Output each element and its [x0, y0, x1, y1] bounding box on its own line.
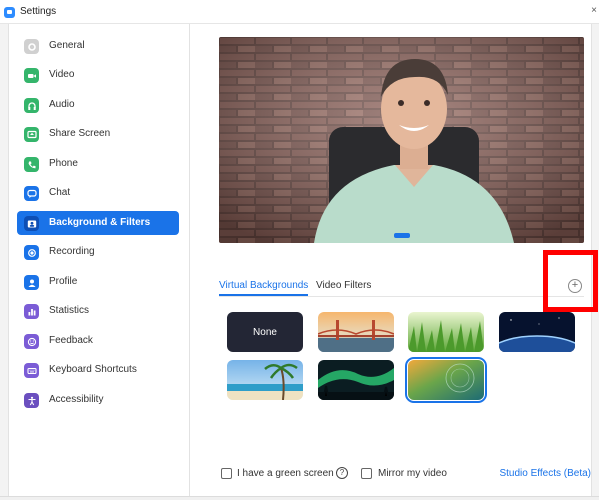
- background-option-none[interactable]: None: [227, 312, 303, 352]
- sidebar-item-chat[interactable]: Chat: [17, 181, 179, 205]
- sidebar-item-recording[interactable]: Recording: [17, 240, 179, 264]
- sidebar-item-label: Chat: [49, 187, 71, 198]
- sidebar-item-keyboard-shortcuts[interactable]: Keyboard Shortcuts: [17, 358, 179, 382]
- window-frame-bottom: [0, 496, 599, 500]
- sidebar-item-label: Statistics: [49, 305, 90, 316]
- background-option-beach[interactable]: [227, 360, 303, 400]
- zoom-app-icon: [4, 7, 15, 18]
- studio-effects-link[interactable]: Studio Effects (Beta): [499, 468, 591, 479]
- sidebar-item-profile[interactable]: Profile: [17, 270, 179, 294]
- chat-bubble-icon: [24, 186, 39, 201]
- share-screen-icon: [24, 127, 39, 142]
- sidebar-item-phone[interactable]: Phone: [17, 152, 179, 176]
- tab-video-filters[interactable]: Video Filters: [316, 280, 371, 296]
- background-person-icon: [24, 216, 39, 231]
- sidebar-item-label: Feedback: [49, 335, 93, 346]
- sidebar-item-statistics[interactable]: Statistics: [17, 299, 179, 323]
- video-camera-icon: [24, 68, 39, 83]
- headphones-icon: [24, 98, 39, 113]
- background-none-label: None: [253, 326, 277, 338]
- sidebar-item-label: Audio: [49, 99, 75, 110]
- window-frame-left: [0, 24, 9, 500]
- add-background-button[interactable]: +: [568, 279, 582, 293]
- smiley-icon: [24, 334, 39, 349]
- sidebar-item-label: Keyboard Shortcuts: [49, 364, 137, 375]
- camera-preview-image: [219, 37, 584, 243]
- mirror-video-checkbox[interactable]: [361, 468, 372, 479]
- record-icon: [24, 245, 39, 260]
- sidebar-item-label: Video: [49, 69, 75, 80]
- bar-chart-icon: [24, 304, 39, 319]
- tab-virtual-backgrounds[interactable]: Virtual Backgrounds: [219, 280, 309, 296]
- gear-icon: [24, 39, 39, 54]
- camera-preview: [219, 37, 584, 243]
- background-option-golden-gate[interactable]: [318, 312, 394, 352]
- settings-sidebar: General Video Audio Share Screen Phone C…: [9, 24, 190, 496]
- keyboard-icon: [24, 363, 39, 378]
- window-titlebar: Settings ×: [0, 0, 599, 24]
- sidebar-item-audio[interactable]: Audio: [17, 93, 179, 117]
- background-option-grass[interactable]: [408, 312, 484, 352]
- background-option-abstract[interactable]: [405, 357, 487, 403]
- sidebar-item-label: Share Screen: [49, 128, 111, 139]
- close-icon[interactable]: ×: [591, 5, 597, 16]
- sidebar-item-accessibility[interactable]: Accessibility: [17, 388, 179, 412]
- sidebar-item-label: Phone: [49, 158, 78, 169]
- sidebar-item-feedback[interactable]: Feedback: [17, 329, 179, 353]
- sidebar-item-share-screen[interactable]: Share Screen: [17, 122, 179, 146]
- help-icon[interactable]: ?: [336, 467, 348, 479]
- sidebar-item-label: General: [49, 40, 85, 51]
- profile-icon: [24, 275, 39, 290]
- sidebar-item-video[interactable]: Video: [17, 63, 179, 87]
- tab-divider: [219, 296, 584, 297]
- sidebar-item-general[interactable]: General: [17, 34, 179, 58]
- sidebar-item-label: Accessibility: [49, 394, 104, 405]
- sidebar-item-label: Background & Filters: [49, 217, 151, 228]
- background-option-aurora[interactable]: [318, 360, 394, 400]
- sidebar-item-background-filters[interactable]: Background & Filters: [17, 211, 179, 235]
- window-title: Settings: [20, 6, 57, 17]
- green-screen-checkbox[interactable]: [221, 468, 232, 479]
- sidebar-item-label: Recording: [49, 246, 95, 257]
- settings-footer: I have a green screen ? Mirror my video …: [219, 466, 591, 484]
- sidebar-item-label: Profile: [49, 276, 78, 287]
- green-screen-label[interactable]: I have a green screen: [237, 468, 334, 479]
- phone-icon: [24, 157, 39, 172]
- background-option-earth[interactable]: [499, 312, 575, 352]
- mirror-video-label[interactable]: Mirror my video: [378, 468, 447, 479]
- accessibility-icon: [24, 393, 39, 408]
